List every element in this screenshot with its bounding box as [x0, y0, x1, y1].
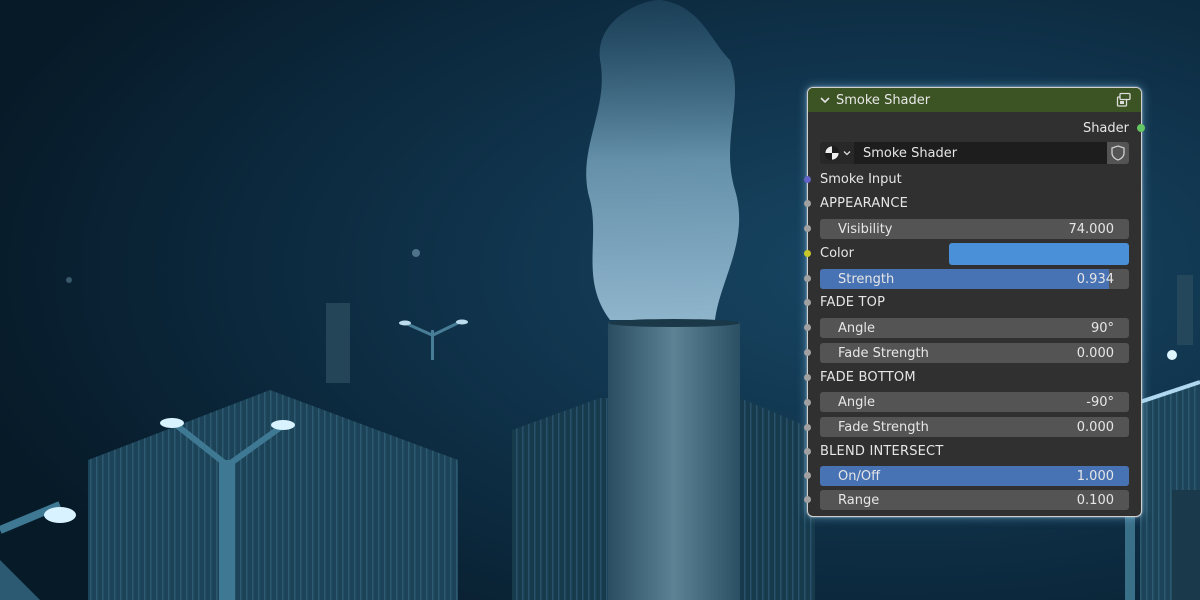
fade-bottom-angle-field[interactable]: Angle -90°: [820, 392, 1129, 412]
fade-bottom-strength-socket[interactable]: [804, 424, 811, 431]
fade-bottom-socket[interactable]: [804, 374, 811, 381]
fade-bottom-strength-value: 0.000: [1076, 419, 1114, 435]
fake-user-shield-icon[interactable]: [1107, 142, 1129, 164]
appearance-socket[interactable]: [804, 200, 811, 207]
node-tree-browse-button[interactable]: [820, 142, 854, 164]
node-group-selector[interactable]: Smoke Shader: [820, 142, 1129, 164]
range-value: 0.100: [1076, 492, 1114, 508]
range-field[interactable]: Range 0.100: [820, 490, 1129, 510]
fade-top-angle-socket[interactable]: [804, 324, 811, 331]
fade-top-angle-field[interactable]: Angle 90°: [820, 318, 1129, 338]
node-header[interactable]: Smoke Shader: [808, 88, 1141, 112]
section-fade-top: FADE TOP: [820, 295, 886, 310]
onoff-socket[interactable]: [804, 472, 811, 479]
fade-top-socket[interactable]: [804, 299, 811, 306]
fade-top-angle-value: 90°: [1090, 320, 1114, 336]
color-socket[interactable]: [804, 250, 811, 257]
fade-top-angle-label: Angle: [838, 320, 875, 336]
onoff-slider[interactable]: On/Off 1.000: [820, 466, 1129, 486]
range-label: Range: [838, 492, 880, 508]
chevron-down-icon[interactable]: [818, 93, 832, 107]
smoke-shader-node[interactable]: Smoke Shader Shader Smoke Shader Smoke I…: [804, 87, 1145, 517]
node-group-name-field[interactable]: Smoke Shader: [854, 142, 1107, 164]
visibility-socket[interactable]: [804, 225, 811, 232]
strength-slider[interactable]: Strength 0.934: [820, 269, 1129, 289]
chevron-down-icon: [843, 151, 851, 156]
visibility-field[interactable]: Visibility 74.000: [820, 219, 1129, 239]
shader-output-socket[interactable]: [1137, 124, 1145, 132]
smoke-input-socket[interactable]: [804, 176, 811, 183]
section-blend-intersect: BLEND INTERSECT: [820, 444, 944, 459]
fade-top-strength-label: Fade Strength: [838, 345, 929, 361]
strength-label: Strength: [838, 271, 895, 287]
onoff-value: 1.000: [1076, 468, 1114, 484]
visibility-label: Visibility: [838, 221, 893, 237]
fade-bottom-strength-label: Fade Strength: [838, 419, 929, 435]
fade-bottom-angle-label: Angle: [838, 394, 875, 410]
onoff-label: On/Off: [838, 468, 881, 484]
node-title: Smoke Shader: [836, 92, 931, 108]
fade-top-strength-socket[interactable]: [804, 349, 811, 356]
node-tree-icon: [824, 145, 840, 161]
fade-bottom-angle-value: -90°: [1086, 394, 1114, 410]
visibility-value: 74.000: [1068, 221, 1115, 237]
fade-bottom-strength-field[interactable]: Fade Strength 0.000: [820, 417, 1129, 437]
blend-intersect-socket[interactable]: [804, 448, 811, 455]
range-socket[interactable]: [804, 496, 811, 503]
fade-top-strength-value: 0.000: [1076, 345, 1114, 361]
color-label: Color: [820, 246, 854, 261]
fade-top-strength-field[interactable]: Fade Strength 0.000: [820, 343, 1129, 363]
color-swatch[interactable]: [949, 243, 1129, 265]
strength-value: 0.934: [1076, 271, 1114, 287]
smoke-input-label: Smoke Input: [820, 172, 902, 187]
strength-socket[interactable]: [804, 275, 811, 282]
section-appearance: APPEARANCE: [820, 196, 909, 211]
node-group-icon[interactable]: [1116, 92, 1132, 108]
section-fade-bottom: FADE BOTTOM: [820, 370, 916, 385]
fade-bottom-angle-socket[interactable]: [804, 399, 811, 406]
shader-output-label: Shader: [1082, 121, 1129, 136]
